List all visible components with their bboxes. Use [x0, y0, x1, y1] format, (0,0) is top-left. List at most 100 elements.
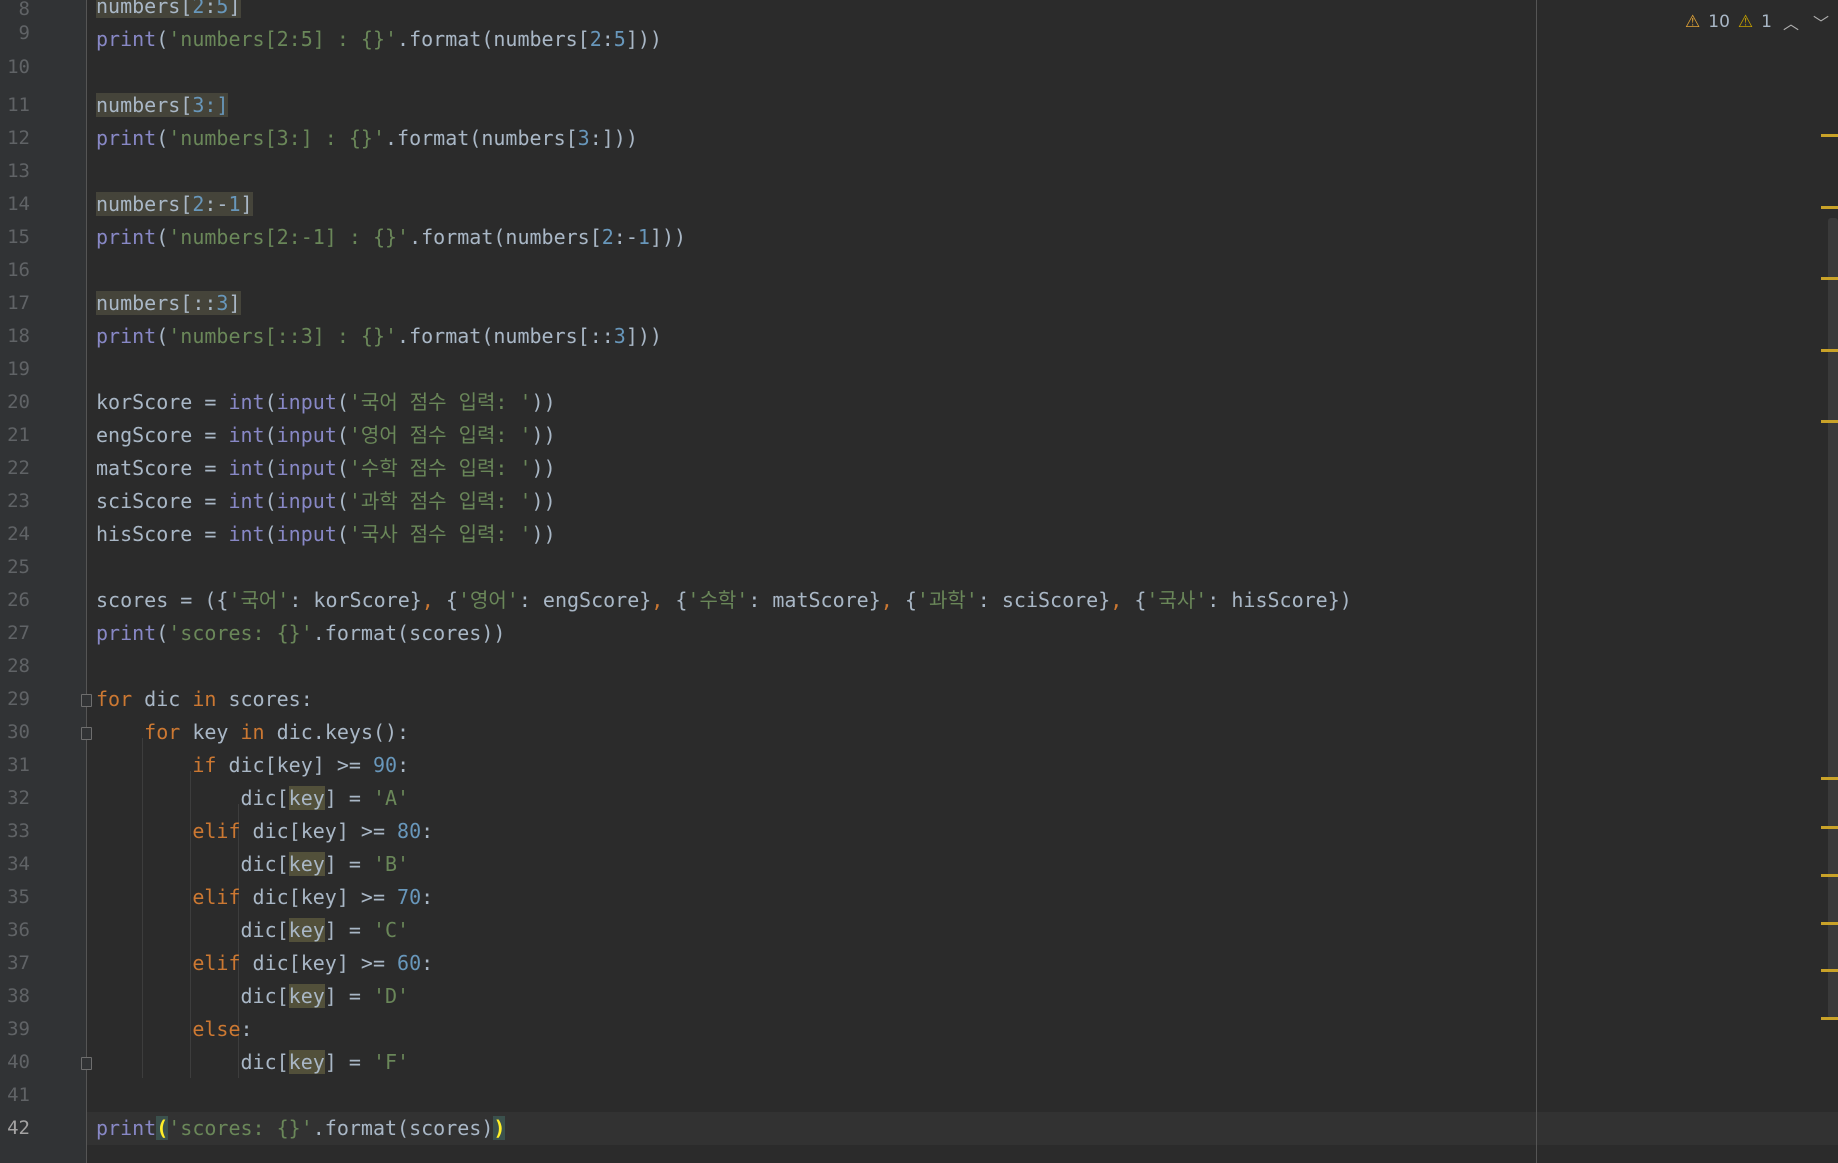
error-stripe-marker[interactable]	[1821, 134, 1838, 137]
code-token: (	[264, 390, 277, 414]
code-token: :	[204, 0, 217, 18]
code-token: '수학 점수 입력: '	[348, 456, 532, 480]
code-token: (	[336, 456, 349, 480]
code-token: input	[276, 390, 337, 414]
matched-brace: (	[156, 1116, 169, 1140]
code-token: '국어'	[228, 588, 290, 612]
code-token: dic.keys():	[264, 720, 410, 744]
code-token: .format(scores))	[312, 621, 506, 645]
code-token: (	[264, 456, 277, 480]
code-token: 'scores: {}'	[168, 621, 313, 645]
code-token: 'D'	[372, 984, 410, 1008]
code-token: engScore =	[96, 423, 229, 447]
line-number-gutter[interactable]: 8 9 10 11 12 13 14 15 16 17 18 19 20 21 …	[0, 0, 92, 1163]
error-stripe-marker[interactable]	[1821, 349, 1838, 352]
code-line: print('numbers[2:5] : {}'.format(numbers…	[87, 23, 1838, 56]
code-token: 70	[397, 885, 422, 909]
code-token: print	[96, 621, 157, 645]
code-area[interactable]: numbers[2:5] print('numbers[2:5] : {}'.f…	[87, 0, 1838, 1163]
code-token: key	[180, 720, 241, 744]
code-token: '과학'	[916, 588, 978, 612]
code-token: .format(scores)	[312, 1116, 494, 1140]
code-token: numbers[::3]	[96, 291, 241, 315]
code-token: ]))	[625, 324, 662, 348]
code-token: (	[336, 423, 349, 447]
code-token: int	[228, 489, 265, 513]
code-token: 'F'	[372, 1050, 410, 1074]
line-number: 26	[7, 589, 30, 611]
code-line-current[interactable]: print('scores: {}'.format(scores))	[87, 1112, 1838, 1145]
code-token: ,	[651, 588, 676, 612]
code-token: (	[336, 390, 349, 414]
error-stripe-marker[interactable]	[1821, 206, 1838, 209]
code-token: int	[228, 390, 265, 414]
error-stripe-marker[interactable]	[1821, 1017, 1838, 1020]
line-number: 9	[18, 22, 30, 44]
code-token: ]))	[649, 225, 687, 249]
code-line: elif dic[key] >= 60:	[87, 947, 1838, 980]
code-token: ,	[421, 588, 446, 612]
code-token: 2	[192, 192, 205, 216]
error-stripe-marker[interactable]	[1821, 922, 1838, 925]
code-token: key	[288, 984, 325, 1008]
code-token: (	[264, 489, 277, 513]
code-token: .format(numbers[::	[397, 324, 614, 348]
warning-triangle-icon[interactable]: ⚠	[1685, 12, 1700, 32]
code-token: (	[264, 522, 277, 546]
error-stripe-marker[interactable]	[1821, 874, 1838, 877]
code-token: 'numbers[::3] : {}'	[168, 324, 398, 348]
code-line: for dic in scores:	[87, 683, 1838, 716]
line-number: 34	[7, 853, 30, 875]
code-line: numbers[::3]	[87, 287, 1838, 320]
code-line: numbers[3:]	[87, 89, 1838, 122]
line-number: 28	[7, 655, 30, 677]
line-number: 40	[7, 1051, 30, 1073]
warning-count[interactable]: 10	[1708, 12, 1730, 32]
weak-warning-triangle-icon[interactable]: ⚠	[1738, 12, 1753, 32]
code-token: 5	[216, 0, 229, 18]
code-token: hisScore =	[96, 522, 229, 546]
code-line: dic[key] = 'C'	[87, 914, 1838, 947]
code-token: '영어'	[457, 588, 519, 612]
line-number-current: 42	[7, 1117, 30, 1139]
inspection-widget[interactable]: ⚠ 10 ⚠ 1 ︿ ﹀	[1685, 10, 1832, 34]
error-stripe-marker[interactable]	[1821, 277, 1838, 280]
code-line: print('numbers[::3] : {}'.format(numbers…	[87, 320, 1838, 353]
weak-warning-count[interactable]: 1	[1761, 12, 1772, 32]
code-token: print	[96, 126, 157, 150]
code-line: matScore = int(input('수학 점수 입력: '))	[87, 452, 1838, 485]
code-token: print	[96, 27, 157, 51]
line-number: 37	[7, 952, 30, 974]
code-token: dic[key] >=	[240, 885, 398, 909]
code-line: else:	[87, 1013, 1838, 1046]
code-token: 60	[397, 951, 422, 975]
code-line: dic[key] = 'A'	[87, 782, 1838, 815]
code-token: {	[904, 588, 917, 612]
chevron-up-icon[interactable]: ︿	[1780, 10, 1802, 34]
scrollbar-thumb[interactable]	[1828, 218, 1838, 1018]
code-token: elif	[192, 819, 241, 843]
error-stripe-marker[interactable]	[1821, 420, 1838, 423]
line-number: 27	[7, 622, 30, 644]
code-editor[interactable]: 8 9 10 11 12 13 14 15 16 17 18 19 20 21 …	[0, 0, 1838, 1163]
vertical-scrollbar[interactable]	[1826, 0, 1838, 1163]
code-token: 1	[228, 192, 241, 216]
error-stripe-marker[interactable]	[1821, 777, 1838, 780]
error-stripe-marker[interactable]	[1821, 969, 1838, 972]
code-line: print('scores: {}'.format(scores))	[87, 617, 1838, 650]
code-token: numbers[2:-1]	[96, 192, 253, 216]
error-stripe-marker[interactable]	[1821, 826, 1838, 829]
code-token: : sciScore}	[977, 588, 1111, 612]
line-number: 35	[7, 886, 30, 908]
line-number: 17	[7, 292, 30, 314]
line-number: 31	[7, 754, 30, 776]
code-token: int	[228, 456, 265, 480]
code-token: :]))	[589, 126, 638, 150]
code-token: dic[key] >=	[240, 819, 398, 843]
